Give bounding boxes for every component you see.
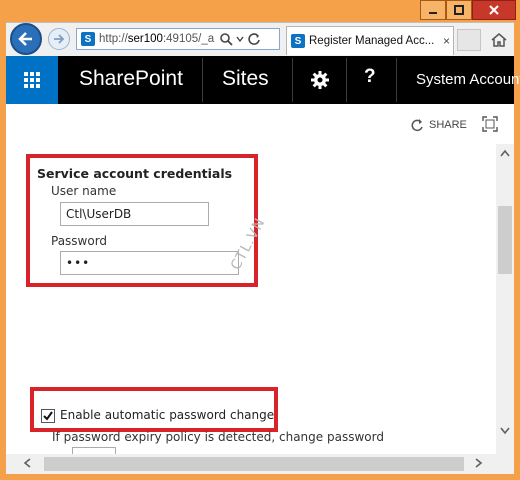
suite-bar: SharePoint Sites ? System Account [6,56,520,104]
url-host: ser100 [127,33,163,45]
tab-title: Register Managed Acc... [309,35,435,47]
tab-close-icon[interactable]: × [443,34,450,48]
chevron-down-icon[interactable] [235,32,245,46]
gear-icon[interactable] [308,68,332,92]
password-label: Password [51,234,108,248]
help-button[interactable]: ? [364,66,376,88]
browser-window: S http://ser100:49105/_a S Register Mana… [0,0,520,480]
url-text[interactable]: http://ser100:49105/_a [99,33,217,45]
vertical-scroll-thumb[interactable] [498,206,512,274]
section-title: Service account credentials [37,166,233,181]
expiry-description: If password expiry policy is detected, c… [52,430,384,444]
maximize-icon [454,5,464,15]
arrow-left-icon [18,32,32,46]
focus-on-content-icon[interactable] [482,116,498,132]
search-icon[interactable] [219,32,233,46]
forward-button[interactable] [48,28,70,50]
scroll-left-icon[interactable] [20,457,34,471]
brand-link[interactable]: SharePoint [79,67,183,91]
sharepoint-tab-icon: S [291,34,305,48]
scroll-up-icon[interactable] [499,148,511,160]
share-icon [411,119,423,132]
window-controls [420,0,516,20]
waffle-icon [24,72,40,88]
auto-password-label: Enable automatic password change [60,408,275,422]
checkmark-icon [43,411,53,421]
url-rest: :49105/_a [162,33,215,45]
username-label: User name [51,184,117,198]
horizontal-scroll-thumb[interactable] [44,457,464,471]
divider [202,58,203,102]
tab-register-managed-account[interactable]: S Register Managed Acc... × [286,26,454,55]
minimize-icon [429,12,437,14]
address-bar[interactable]: S http://ser100:49105/_a [76,28,280,50]
url-prefix: http:// [99,33,128,45]
browser-toolbar: S http://ser100:49105/_a S Register Mana… [6,22,514,56]
sharepoint-favicon-icon: S [81,32,95,46]
days-before-expiry-field[interactable] [72,447,116,454]
divider [292,58,293,102]
horizontal-scrollbar[interactable] [6,454,514,474]
password-field[interactable]: ••• [60,251,239,275]
vertical-scrollbar[interactable] [496,144,514,454]
account-menu[interactable]: System Account [416,71,520,88]
divider [346,58,347,102]
share-button[interactable]: SHARE [410,118,467,132]
username-field[interactable]: Ctl\UserDB [60,202,209,226]
maximize-button[interactable] [446,0,472,20]
share-label: SHARE [429,119,467,131]
new-tab-button[interactable] [457,29,481,51]
refresh-icon[interactable] [247,32,261,46]
close-icon [489,5,499,15]
scroll-down-icon[interactable] [499,426,511,438]
address-actions [219,32,261,46]
scroll-right-icon[interactable] [472,457,486,471]
app-launcher-button[interactable] [6,56,58,104]
auto-password-checkbox[interactable] [41,409,55,423]
minimize-button[interactable] [420,0,446,20]
page-content: SHARE Service account credentials User n… [6,104,514,454]
home-icon[interactable] [490,31,508,49]
divider [396,58,397,102]
sites-link[interactable]: Sites [222,67,269,91]
close-window-button[interactable] [472,0,516,20]
arrow-right-icon [54,34,65,44]
back-button[interactable] [10,23,42,55]
